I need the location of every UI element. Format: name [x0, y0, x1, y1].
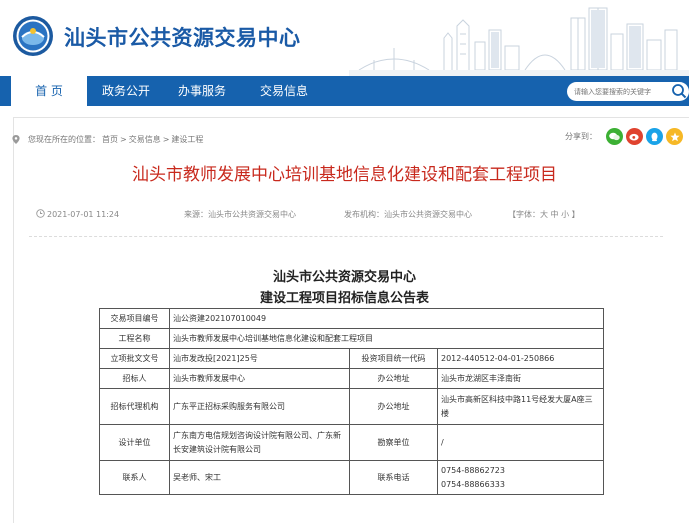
contact-value: 吴老师、宋工 — [169, 460, 350, 495]
article-source: 来源：汕头市公共资源交易中心 — [184, 210, 296, 219]
contact-label: 联系人 — [99, 460, 170, 495]
share-bar: 分享到： — [565, 128, 683, 145]
breadcrumb-home-link[interactable]: 首页 — [102, 134, 118, 145]
phone-value: 0754-88862723 0754-88866333 — [437, 460, 604, 495]
investment-code-value: 2012-440512-04-01-250866 — [437, 348, 604, 369]
document-title-line2: 建设工程项目招标信息公告表 — [259, 291, 429, 306]
tenderee-value: 汕头市教师发展中心 — [169, 368, 350, 389]
qq-share-icon[interactable] — [646, 128, 663, 145]
search-icon[interactable] — [671, 83, 687, 99]
table-row: 设计单位 广东南方电信规划咨询设计院有限公司、广东新长安建筑设计院有限公司 勘察… — [99, 424, 604, 461]
investment-code-label: 投资项目统一代码 — [349, 348, 438, 369]
qzone-share-icon[interactable] — [666, 128, 683, 145]
tenderee-label: 招标人 — [99, 368, 170, 389]
project-name-label: 工程名称 — [99, 328, 170, 349]
table-row: 立项批文文号 汕市发改投[2021]25号 投资项目统一代码 2012-4405… — [99, 348, 604, 369]
site-logo-icon[interactable] — [12, 15, 54, 57]
publish-date: 2021-07-01 11:24 — [36, 209, 119, 219]
design-unit-label: 设计单位 — [99, 424, 170, 461]
publish-date-text: 2021-07-01 11:24 — [47, 210, 120, 219]
city-skyline-banner — [349, 0, 689, 76]
trade-no-label: 交易项目编号 — [99, 308, 170, 329]
table-row: 招标代理机构 广东平正招标采购服务有限公司 办公地址 汕头市高新区科技中路11号… — [99, 388, 604, 425]
font-size-switcher[interactable]: 【字体：大 中 小 】 — [508, 209, 580, 220]
clock-icon — [36, 209, 45, 218]
breadcrumb-trade-info-link[interactable]: 交易信息 — [129, 134, 161, 145]
tenderee-address-label: 办公地址 — [349, 368, 438, 389]
article-publisher: 发布机构：汕头市公共资源交易中心 — [344, 210, 472, 219]
nav-item-home[interactable]: 首 页 — [11, 76, 87, 106]
table-row: 工程名称 汕头市教师发展中心培训基地信息化建设和配套工程项目 — [99, 328, 604, 349]
site-title[interactable]: 汕头市公共资源交易中心 — [64, 22, 301, 52]
nav-item-services[interactable]: 办事服务 — [168, 76, 236, 106]
nav-item-government-affairs[interactable]: 政务公开 — [92, 76, 160, 106]
table-row: 交易项目编号 汕公资建202107010049 — [99, 308, 604, 329]
breadcrumb-separator: > — [120, 135, 127, 144]
approval-no-label: 立项批文文号 — [99, 348, 170, 369]
tender-info-table: 交易项目编号 汕公资建202107010049 工程名称 汕头市教师发展中心培训… — [99, 308, 604, 495]
project-name-value: 汕头市教师发展中心培训基地信息化建设和配套工程项目 — [169, 328, 604, 349]
survey-unit-label: 勘察单位 — [349, 424, 438, 461]
header-divider — [29, 236, 663, 237]
agency-value: 广东平正招标采购服务有限公司 — [169, 388, 350, 425]
search-input[interactable] — [571, 82, 664, 101]
breadcrumb-separator: > — [162, 135, 170, 144]
article-title: 汕头市教师发展中心培训基地信息化建设和配套工程项目 — [132, 165, 557, 185]
wechat-share-icon[interactable] — [606, 128, 623, 145]
tenderee-address-value: 汕头市龙湖区丰泽南街 — [437, 368, 604, 389]
table-row: 联系人 吴老师、宋工 联系电话 0754-88862723 0754-88866… — [99, 460, 604, 495]
table-row: 招标人 汕头市教师发展中心 办公地址 汕头市龙湖区丰泽南街 — [99, 368, 604, 389]
location-pin-icon — [12, 135, 20, 144]
trade-no-value: 汕公资建202107010049 — [169, 308, 604, 329]
phone-number-2: 0754-88866333 — [441, 479, 505, 489]
agency-label: 招标代理机构 — [99, 388, 170, 425]
search-box — [567, 82, 689, 101]
phone-label: 联系电话 — [349, 460, 438, 495]
share-label: 分享到： — [565, 132, 597, 141]
weibo-share-icon[interactable] — [626, 128, 643, 145]
breadcrumb-prefix: 您现在所在的位置： — [28, 135, 100, 144]
agency-address-value: 汕头市高新区科技中路11号经发大厦A座三楼 — [437, 388, 604, 425]
breadcrumb-construction-link[interactable]: 建设工程 — [171, 134, 203, 145]
nav-item-trade-info[interactable]: 交易信息 — [250, 76, 318, 106]
survey-unit-value: / — [437, 424, 604, 461]
site-header: 汕头市公共资源交易中心 — [0, 0, 689, 76]
design-unit-value: 广东南方电信规划咨询设计院有限公司、广东新长安建筑设计院有限公司 — [169, 424, 350, 461]
document-title-line1: 汕头市公共资源交易中心 — [272, 270, 416, 285]
approval-no-value: 汕市发改投[2021]25号 — [169, 348, 350, 369]
agency-address-label: 办公地址 — [349, 388, 438, 425]
phone-number-1: 0754-88862723 — [441, 465, 505, 475]
breadcrumb: 您现在所在的位置： 首页 > 交易信息 > 建设工程 — [12, 134, 205, 145]
